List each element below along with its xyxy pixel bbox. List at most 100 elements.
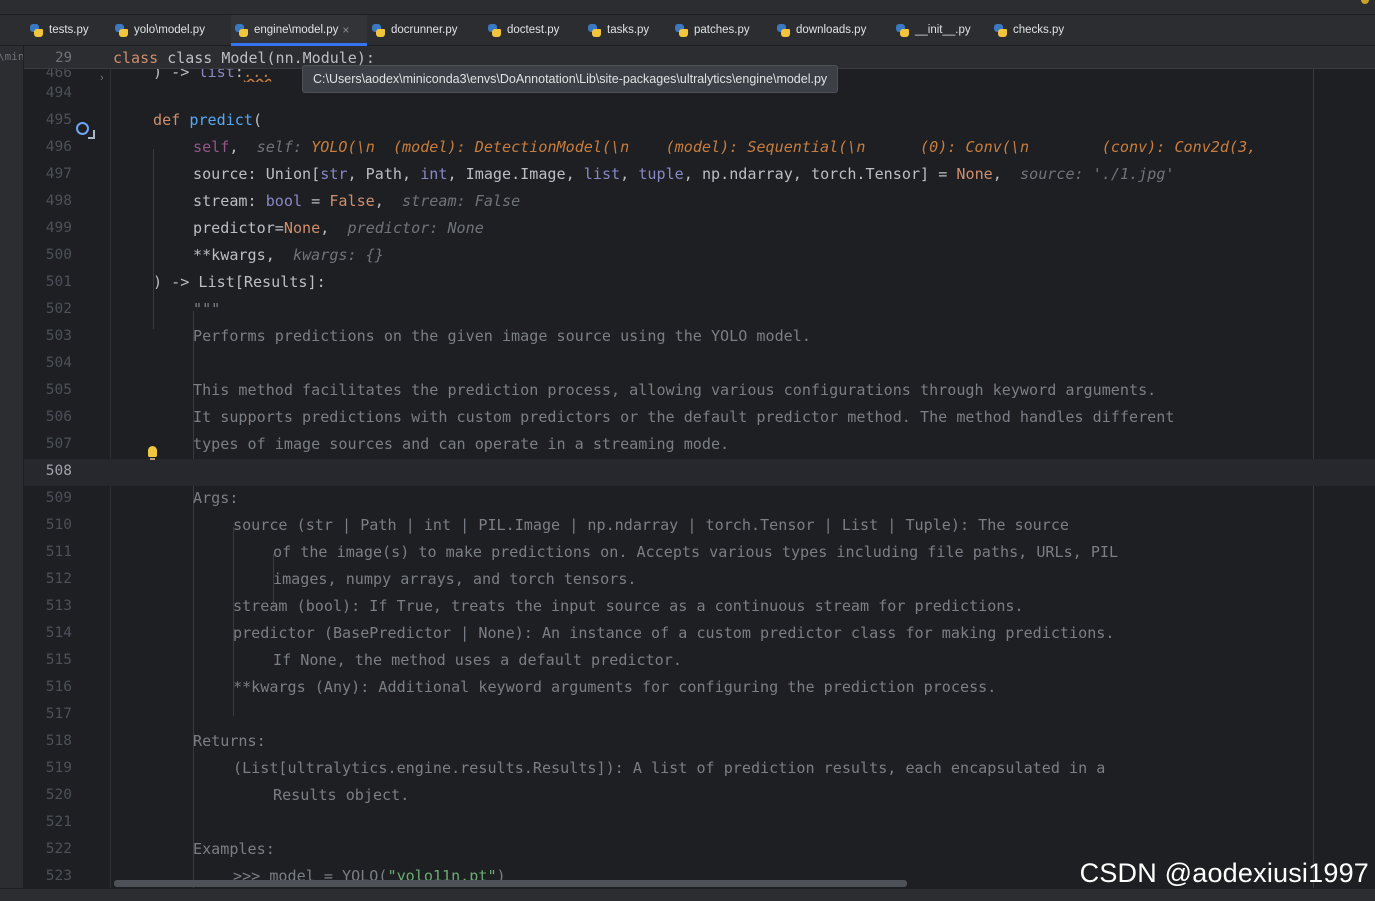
line-number: 500 <box>45 247 72 263</box>
line-number: 503 <box>45 328 72 344</box>
code-token: , Image.Image, <box>447 165 584 183</box>
tab-checks[interactable]: checks.py <box>990 15 1080 45</box>
code-line[interactable]: 517 <box>24 702 1375 729</box>
code-token: **kwargs, <box>193 246 275 264</box>
code-text: of the image(s) to make predictions on. … <box>273 543 1119 561</box>
code-line[interactable]: 521 <box>24 810 1375 837</box>
line-number: 521 <box>45 814 72 830</box>
code-line[interactable]: 518 Returns: <box>24 729 1375 756</box>
close-icon[interactable]: × <box>342 23 349 37</box>
lightbulb-icon[interactable] <box>148 446 157 460</box>
tab-doctest[interactable]: doctest.py <box>484 15 580 45</box>
code-line[interactable]: 496 self, self: YOLO(\n (model): Detectio… <box>24 135 1375 162</box>
code-token: , Path, <box>347 165 421 183</box>
code-line[interactable]: 515 If None, the method uses a default pr… <box>24 648 1375 675</box>
code-line[interactable]: 514 predictor (BasePredictor | None): An … <box>24 621 1375 648</box>
inlay-hint[interactable]: YOLO(\n (model): DetectionModel(\n (mode… <box>311 138 1256 156</box>
code-line[interactable]: 513 stream (bool): If True, treats the in… <box>24 594 1375 621</box>
inlay-hint[interactable]: stream: False <box>402 192 520 210</box>
code-line[interactable]: 500 **kwargs, kwargs: {} <box>24 243 1375 270</box>
line-number: 501 <box>45 274 72 290</box>
code-text: (List[ultralytics.engine.results.Results… <box>233 759 1106 777</box>
code-text: types of image sources and can operate i… <box>193 435 730 453</box>
code-token: None <box>956 165 993 183</box>
code-token: , <box>992 165 1002 183</box>
python-file-icon <box>488 23 501 37</box>
code-line[interactable]: 503 Performs predictions on the given ima… <box>24 324 1375 351</box>
code-token: list <box>198 68 235 81</box>
tab-label: docrunner.py <box>391 24 458 36</box>
tab-label: tasks.py <box>607 24 650 36</box>
code-line[interactable]: 516 **kwargs (Any): Additional keyword ar… <box>24 675 1375 702</box>
code-line[interactable]: 501) -> List[Results]: <box>24 270 1375 297</box>
line-number: 496 <box>45 139 72 155</box>
watermark-text: CSDN @aodexiusi1997 <box>1079 858 1369 888</box>
inlay-hint[interactable]: predictor: None <box>348 219 484 237</box>
chevron-right-icon[interactable]: › <box>100 72 104 84</box>
tab-tests[interactable]: tests.py <box>26 15 108 45</box>
code-line[interactable]: 509 Args: <box>24 486 1375 513</box>
line-number: 511 <box>45 544 72 560</box>
code-line[interactable]: 511 of the image(s) to make predictions o… <box>24 540 1375 567</box>
line-number: 509 <box>45 490 72 506</box>
line-number: 497 <box>45 166 72 182</box>
code-token: , np.ndarray, torch.Tensor] = <box>683 165 957 183</box>
code-line-current[interactable]: 508 <box>24 459 1375 486</box>
code-token: ( <box>252 111 263 129</box>
tab-init[interactable]: __init__.py <box>892 15 986 45</box>
tab-docrunner[interactable]: docrunner.py <box>368 15 480 45</box>
line-number: 512 <box>45 571 72 587</box>
inlay-hint[interactable]: self: <box>257 138 312 156</box>
code-line[interactable]: 497 source: Union[str, Path, int, Image.I… <box>24 162 1375 189</box>
code-token: , <box>620 165 639 183</box>
inlay-hint[interactable]: kwargs: {} <box>293 246 384 264</box>
code-text: ) -> list:... <box>153 68 271 81</box>
code-line[interactable]: 510 source (str | Path | int | PIL.Image … <box>24 513 1375 540</box>
code-line[interactable]: 504 <box>24 351 1375 378</box>
editor-tab-bar: tests.py yolo\model.py engine\model.py × … <box>0 15 1375 46</box>
code-line[interactable]: 506 It supports predictions with custom p… <box>24 405 1375 432</box>
code-line[interactable]: 502 """ <box>24 297 1375 324</box>
code-text: Returns: <box>193 732 266 750</box>
code-token: bool <box>265 192 303 210</box>
code-line[interactable]: 507 types of image sources and can operat… <box>24 432 1375 459</box>
line-number: 505 <box>45 382 72 398</box>
line-number: 514 <box>45 625 72 641</box>
tab-tasks[interactable]: tasks.py <box>584 15 668 45</box>
code-text: def predict( <box>153 111 262 129</box>
code-token: source: Union[ <box>193 165 321 183</box>
code-line[interactable]: 520 Results object. <box>24 783 1375 810</box>
code-token: str <box>320 165 348 183</box>
line-number: 466 <box>45 68 72 81</box>
tab-label: yolo\model.py <box>134 24 205 36</box>
inlay-hint[interactable]: source: './1.jpg' <box>1020 165 1174 183</box>
tab-patches[interactable]: patches.py <box>671 15 769 45</box>
code-editor[interactable]: 29 class class Model(nn.Module): 466 ) -… <box>24 46 1375 900</box>
code-text: stream: bool = False, stream: False <box>193 192 520 210</box>
code-line[interactable]: 499 predictor=None, predictor: None <box>24 216 1375 243</box>
horizontal-scrollbar[interactable] <box>114 880 907 887</box>
tab-downloads[interactable]: downloads.py <box>773 15 889 45</box>
code-text: self, self: YOLO(\n (model): DetectionMo… <box>193 138 1256 156</box>
code-token: False <box>329 192 375 210</box>
override-method-icon[interactable] <box>76 122 89 135</box>
code-line[interactable]: 495 def predict( <box>24 108 1375 135</box>
tab-label: tests.py <box>49 24 89 36</box>
notification-dot[interactable] <box>1361 0 1369 4</box>
tab-yolo-model[interactable]: yolo\model.py <box>111 15 229 45</box>
code-line[interactable]: 512 images, numpy arrays, and torch tenso… <box>24 567 1375 594</box>
code-token: def <box>153 111 190 129</box>
python-file-icon <box>896 23 909 37</box>
line-number: 499 <box>45 220 72 236</box>
code-token: list <box>583 165 621 183</box>
tab-engine-model[interactable]: engine\model.py × <box>231 15 367 46</box>
code-token: ) -> <box>153 68 199 81</box>
code-line[interactable]: 498 stream: bool = False, stream: False <box>24 189 1375 216</box>
code-token: : <box>234 68 244 81</box>
code-token: , <box>374 192 384 210</box>
code-line[interactable]: 519 (List[ultralytics.engine.results.Resu… <box>24 756 1375 783</box>
python-file-icon <box>675 23 688 37</box>
line-number: 494 <box>45 85 72 101</box>
code-line[interactable]: 505 This method facilitates the predictio… <box>24 378 1375 405</box>
line-number: 495 <box>45 112 72 128</box>
